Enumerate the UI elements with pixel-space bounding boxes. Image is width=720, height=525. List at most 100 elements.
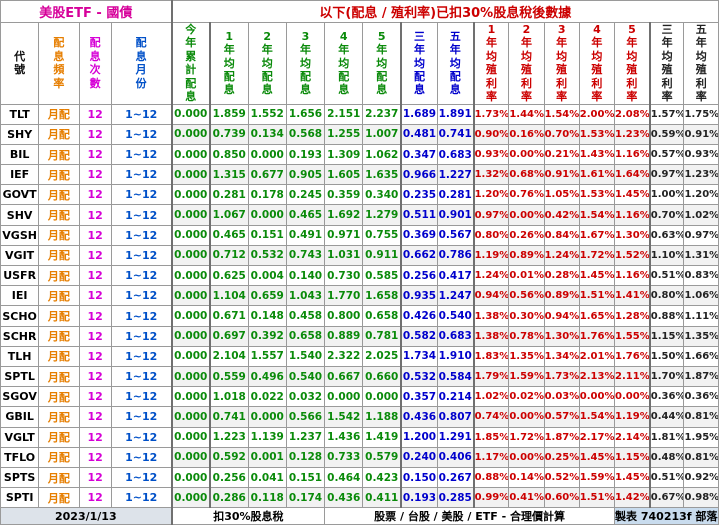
etf-code: TLT (0, 103, 40, 125)
avg-yield-4y: 2.01% (578, 345, 616, 367)
header-div-1: 1年均配息 (209, 22, 249, 105)
avg-dividend-2y: 0.001 (247, 446, 287, 468)
avg-dividend-3y-summary: 0.532 (400, 365, 438, 388)
avg-yield-5y: 1.41% (614, 285, 651, 307)
dividend-frequency: 月配 (38, 285, 80, 307)
dividend-months: 1~12 (110, 345, 173, 367)
avg-yield-5y-summary: 1.02% (683, 204, 719, 226)
avg-yield-5y: 2.08% (614, 103, 651, 125)
avg-dividend-4y: 1.770 (324, 285, 364, 307)
avg-dividend-5y-summary: 0.683 (436, 325, 475, 347)
avg-dividend-2y: 1.552 (247, 103, 287, 125)
table-row: IEI 月配 12 1~12 0.000 1.104 0.659 1.043 1.770 1.65… (0, 285, 719, 307)
avg-dividend-3y: 0.140 (285, 265, 326, 287)
dividend-times: 12 (78, 446, 112, 468)
table-row: SPTL 月配 12 1~12 0.000 0.559 0.496 0.540 0.667 0.6… (0, 365, 719, 388)
dividend-times: 12 (78, 466, 112, 489)
avg-dividend-5y-summary: 0.540 (436, 305, 475, 327)
avg-yield-1y: 0.80% (473, 224, 510, 246)
avg-yield-5y: 1.15% (614, 446, 651, 468)
avg-dividend-2y: 0.118 (247, 487, 287, 509)
table-row: SPTI 月配 12 1~12 0.000 0.286 0.118 0.174 0.436 0.4… (0, 487, 719, 509)
avg-dividend-3y: 1.656 (285, 103, 326, 125)
avg-dividend-5y: 0.585 (362, 265, 403, 287)
etf-code: SHY (0, 123, 40, 145)
avg-dividend-3y-summary: 1.689 (400, 103, 438, 125)
dividend-times: 12 (78, 406, 112, 428)
avg-dividend-5y-summary: 1.910 (436, 345, 475, 367)
avg-dividend-4y: 0.000 (324, 386, 364, 408)
dividend-times: 12 (78, 285, 112, 307)
avg-yield-5y: 1.30% (614, 224, 651, 246)
avg-yield-4y: 1.43% (578, 143, 616, 166)
avg-yield-2y: 0.00% (508, 446, 545, 468)
header-div-3: 3年均配息 (285, 22, 326, 105)
avg-dividend-1y: 0.712 (209, 244, 249, 267)
avg-yield-2y: 0.00% (508, 204, 545, 226)
avg-dividend-3y-summary: 0.357 (400, 386, 438, 408)
avg-yield-3y: 0.70% (543, 123, 580, 145)
avg-yield-1y: 0.97% (473, 204, 510, 226)
avg-dividend-3y: 0.151 (285, 466, 326, 489)
dividend-months: 1~12 (110, 204, 173, 226)
avg-yield-5y: 1.52% (614, 244, 651, 267)
avg-yield-5y-summary: 1.66% (683, 345, 719, 367)
avg-yield-5y-summary: 1.11% (683, 305, 719, 327)
avg-dividend-3y: 0.128 (285, 446, 326, 468)
header-yld-2: 2年均殖利率 (508, 22, 545, 105)
avg-dividend-3y: 0.193 (285, 143, 326, 166)
avg-dividend-3y-summary: 0.935 (400, 285, 438, 307)
avg-yield-1y: 1.20% (473, 184, 510, 206)
avg-dividend-4y: 0.667 (324, 365, 364, 388)
ytd-dividend: 0.000 (171, 123, 211, 145)
etf-code: SGOV (0, 386, 40, 408)
title-right: 以下(配息 / 殖利率)已扣30%股息稅後數據 (171, 0, 719, 23)
avg-dividend-2y: 0.392 (247, 325, 287, 347)
avg-dividend-4y: 0.436 (324, 487, 364, 509)
dividend-months: 1~12 (110, 123, 173, 145)
avg-dividend-2y: 0.000 (247, 406, 287, 428)
avg-yield-1y: 1.38% (473, 305, 510, 327)
avg-yield-2y: 0.76% (508, 184, 545, 206)
header-freq: 配息頻率 (38, 22, 80, 105)
dividend-frequency: 月配 (38, 143, 80, 166)
dividend-times: 12 (78, 305, 112, 327)
avg-yield-3y-summary: 0.57% (649, 143, 685, 166)
etf-code: SHV (0, 204, 40, 226)
avg-yield-2y: 1.59% (508, 365, 545, 388)
avg-dividend-5y: 1.188 (362, 406, 403, 428)
avg-yield-3y: 1.54% (543, 103, 580, 125)
avg-yield-4y: 1.51% (578, 487, 616, 509)
dividend-frequency: 月配 (38, 184, 80, 206)
avg-dividend-5y-summary: 0.807 (436, 406, 475, 428)
avg-dividend-5y: 2.237 (362, 103, 403, 125)
table-row: TFLO 月配 12 1~12 0.000 0.592 0.001 0.128 0.733 0.5… (0, 446, 719, 468)
table-row: VGSH 月配 12 1~12 0.000 0.465 0.151 0.491 0.971 0.7… (0, 224, 719, 246)
avg-dividend-5y: 1.007 (362, 123, 403, 145)
avg-dividend-3y: 0.658 (285, 325, 326, 347)
avg-yield-3y: 1.73% (543, 365, 580, 388)
avg-yield-4y: 1.51% (578, 285, 616, 307)
avg-dividend-5y-summary: 0.267 (436, 466, 475, 489)
avg-dividend-5y: 0.579 (362, 446, 403, 468)
table-row: TLT 月配 12 1~12 0.000 1.859 1.552 1.656 2.151 2.23… (0, 103, 719, 125)
avg-dividend-1y: 0.739 (209, 123, 249, 145)
avg-dividend-1y: 1.859 (209, 103, 249, 125)
avg-dividend-3y: 1.540 (285, 345, 326, 367)
avg-dividend-1y: 1.067 (209, 204, 249, 226)
avg-dividend-5y: 0.660 (362, 365, 403, 388)
avg-dividend-4y: 0.730 (324, 265, 364, 287)
avg-dividend-5y: 1.419 (362, 426, 403, 448)
avg-yield-3y: 0.03% (543, 386, 580, 408)
avg-yield-3y-summary: 0.36% (649, 386, 685, 408)
avg-yield-4y: 1.54% (578, 406, 616, 428)
table-row: SCHO 月配 12 1~12 0.000 0.671 0.148 0.458 0.800 0.6… (0, 305, 719, 327)
avg-dividend-3y: 0.566 (285, 406, 326, 428)
avg-yield-2y: 0.56% (508, 285, 545, 307)
avg-dividend-3y: 0.568 (285, 123, 326, 145)
avg-yield-5y-summary: 0.83% (683, 265, 719, 287)
avg-dividend-1y: 0.741 (209, 406, 249, 428)
ytd-dividend: 0.000 (171, 244, 211, 267)
dividend-months: 1~12 (110, 466, 173, 489)
header-yld-1: 1年均殖利率 (473, 22, 510, 105)
